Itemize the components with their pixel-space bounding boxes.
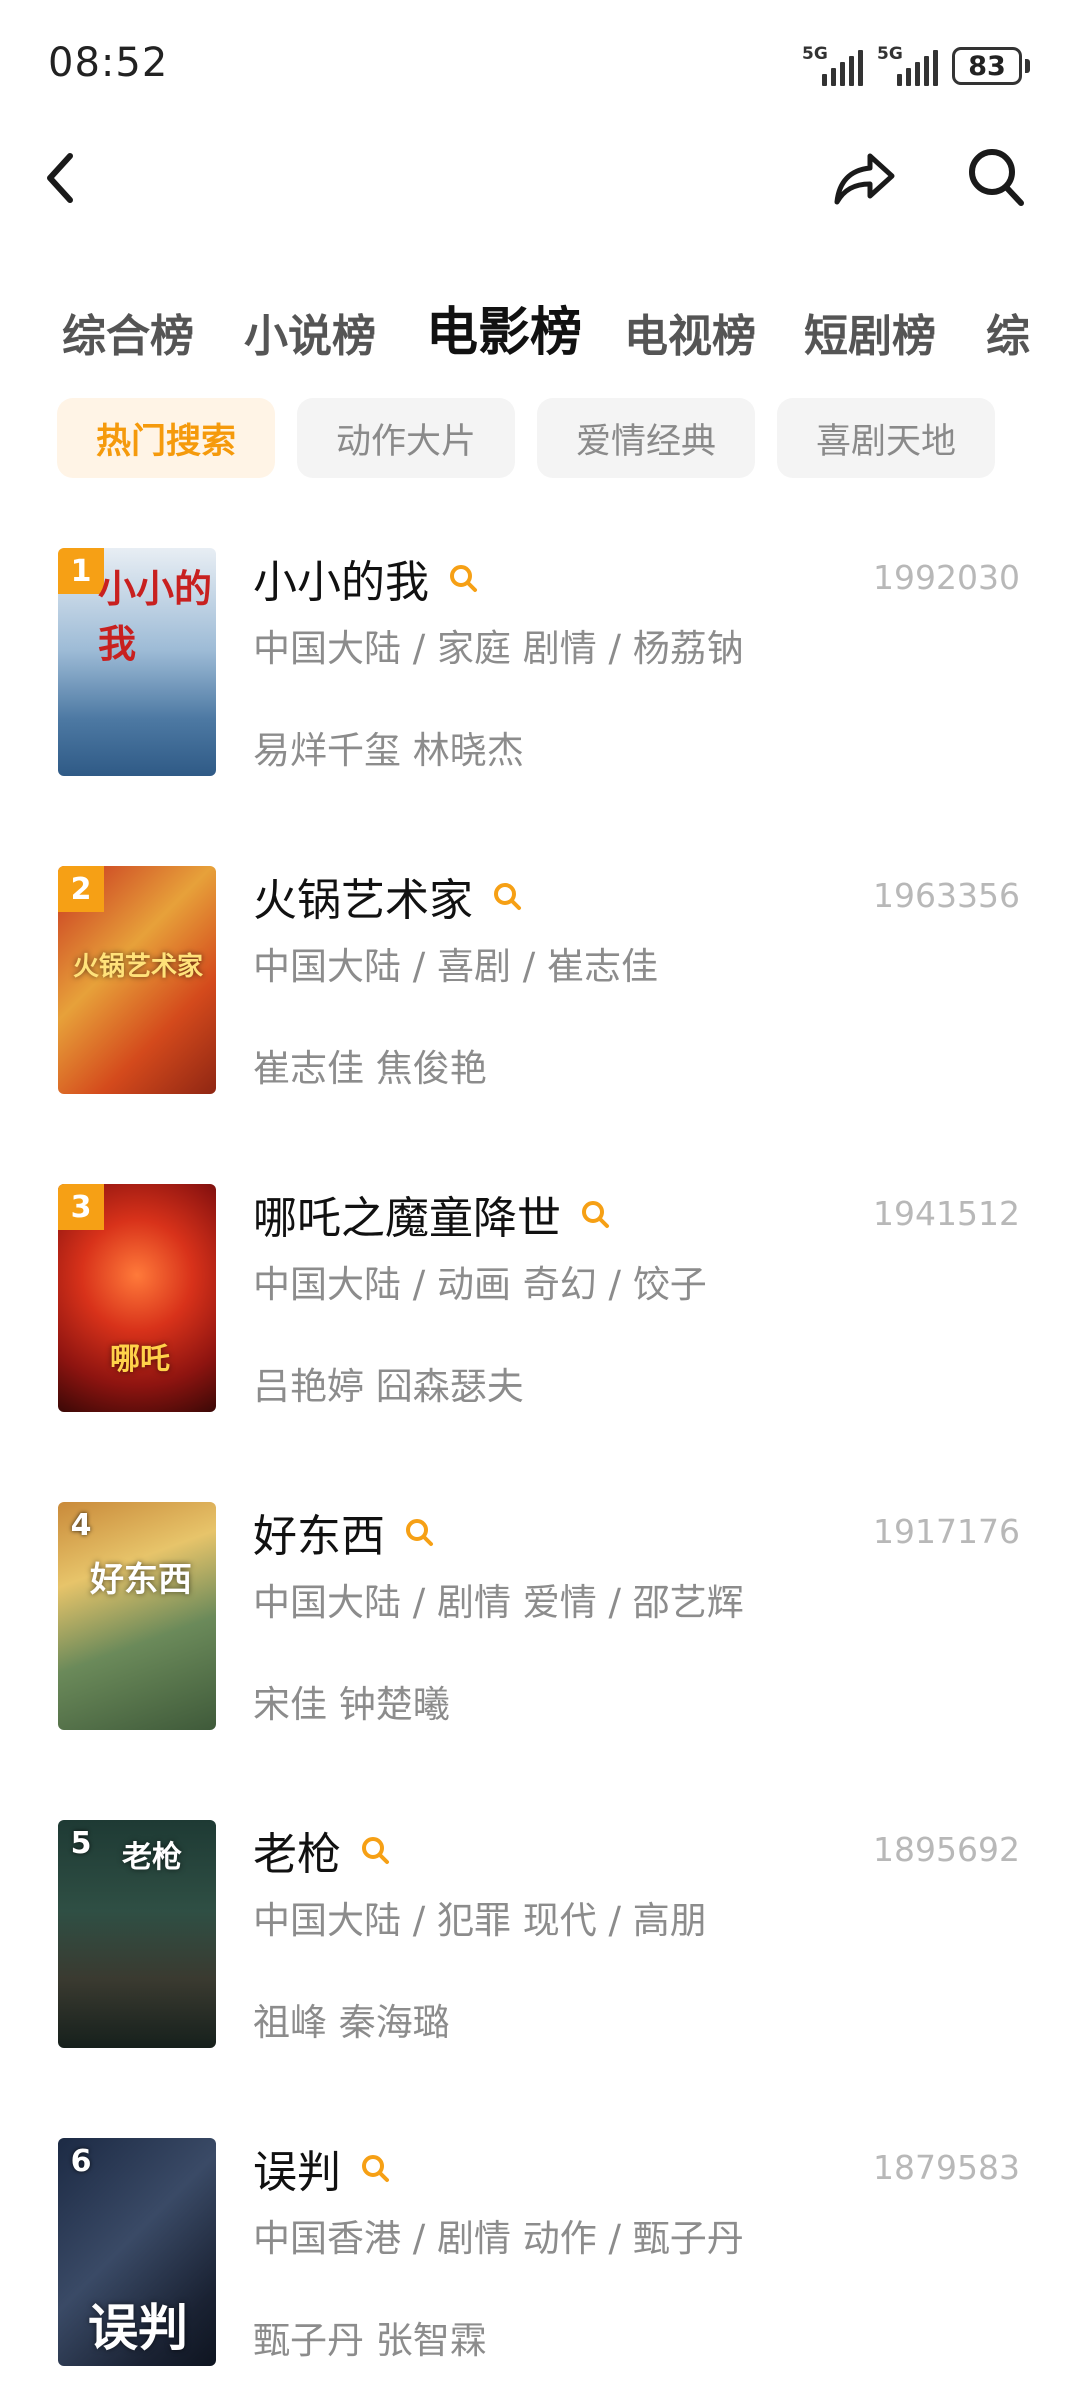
rank-badge: 3 (58, 1184, 104, 1230)
rank-badge: 2 (58, 866, 104, 912)
tab-movie[interactable]: 电影榜 (426, 290, 582, 365)
movie-actors: 崔志佳 焦俊艳 (253, 1047, 487, 1090)
search-count: 1879583 (873, 2148, 1020, 2187)
movie-title[interactable]: 误判 (253, 2136, 341, 2200)
category-tabs: 综合榜 小说榜 电影榜 电视榜 短剧榜 综 (0, 290, 1080, 370)
poster-caption: 火锅艺术家 (72, 952, 203, 982)
rank-badge: 6 (70, 2143, 92, 2179)
status-time: 08:52 (48, 40, 169, 86)
title-line: 小小的我 (253, 548, 479, 608)
movie-poster[interactable]: 4 好东西 (58, 1502, 216, 1730)
rank-badge: 4 (70, 1507, 92, 1543)
list-item[interactable]: 4 好东西 好东西 1917176 中国大陆 / 剧情 爱情 / 邵艺辉 宋佳 … (0, 1502, 1080, 1732)
movie-actors: 宋佳 钟楚曦 (253, 1683, 450, 1726)
poster-caption: 好东西 (90, 1560, 192, 1600)
search-icon[interactable] (359, 2152, 391, 2184)
movie-poster[interactable]: 6 误判 (58, 2138, 216, 2366)
movie-poster[interactable]: 2 火锅艺术家 (58, 866, 216, 1094)
movie-actors: 甄子丹 张智霖 (253, 2319, 487, 2362)
movie-meta: 中国香港 / 剧情 动作 / 甄子丹 (253, 2217, 744, 2260)
movie-meta: 中国大陆 / 喜剧 / 崔志佳 (253, 945, 658, 988)
tab-short-drama[interactable]: 短剧榜 (804, 300, 936, 364)
signal-icon: 5G (802, 44, 863, 86)
movie-poster[interactable]: 3 哪吒 (58, 1184, 216, 1412)
status-icons: 5G 5G 83 (802, 44, 1030, 88)
list-item[interactable]: 1 小小的我 小小的我 1992030 中国大陆 / 家庭 剧情 / 杨荔钠 易… (0, 548, 1080, 778)
chip-comedy[interactable]: 喜剧天地 (777, 398, 995, 478)
search-icon (969, 149, 1024, 206)
list-item[interactable]: 2 火锅艺术家 火锅艺术家 1963356 中国大陆 / 喜剧 / 崔志佳 崔志… (0, 866, 1080, 1096)
movie-meta: 中国大陆 / 动画 奇幻 / 饺子 (253, 1263, 707, 1306)
poster-caption: 误判 (88, 2299, 188, 2357)
movie-title[interactable]: 小小的我 (253, 546, 429, 610)
movie-poster[interactable]: 5 老枪 (58, 1820, 216, 2048)
search-count: 1963356 (873, 876, 1020, 915)
poster-caption: 哪吒 (110, 1342, 170, 1377)
title-line: 哪吒之魔童降世 (253, 1184, 611, 1244)
back-button[interactable] (40, 150, 90, 206)
list-item[interactable]: 6 误判 误判 1879583 中国香港 / 剧情 动作 / 甄子丹 甄子丹 张… (0, 2138, 1080, 2368)
movie-title[interactable]: 老枪 (253, 1818, 341, 1882)
share-button[interactable] (832, 150, 896, 206)
movie-meta: 中国大陆 / 犯罪 现代 / 高朋 (253, 1899, 707, 1942)
poster-caption: 老枪 (122, 1840, 182, 1875)
movie-ranking-screen: 08:52 5G 5G 83 综合榜 小说榜 电影榜 电视榜 短剧榜 综 热门搜… (0, 0, 1080, 2387)
movie-actors: 易烊千玺 林晓杰 (253, 729, 524, 772)
title-line: 误判 (253, 2138, 391, 2198)
title-line: 好东西 (253, 1502, 435, 1562)
search-icon[interactable] (579, 1198, 611, 1230)
movie-title[interactable]: 好东西 (253, 1500, 385, 1564)
battery-icon: 83 (952, 47, 1030, 85)
movie-title[interactable]: 哪吒之魔童降世 (253, 1182, 561, 1246)
rank-badge: 5 (70, 1825, 92, 1861)
movie-title[interactable]: 火锅艺术家 (253, 864, 473, 928)
signal-icon: 5G (877, 44, 938, 86)
movie-poster[interactable]: 1 小小的我 (58, 548, 216, 776)
list-item[interactable]: 3 哪吒 哪吒之魔童降世 1941512 中国大陆 / 动画 奇幻 / 饺子 吕… (0, 1184, 1080, 1414)
search-count: 1917176 (873, 1512, 1020, 1551)
movie-meta: 中国大陆 / 剧情 爱情 / 邵艺辉 (253, 1581, 744, 1624)
tab-novel[interactable]: 小说榜 (244, 300, 376, 364)
chip-action[interactable]: 动作大片 (297, 398, 515, 478)
search-count: 1941512 (873, 1194, 1020, 1233)
tab-tv[interactable]: 电视榜 (624, 300, 756, 364)
search-icon[interactable] (491, 880, 523, 912)
poster-caption: 小小的我 (98, 567, 213, 666)
search-count: 1992030 (873, 558, 1020, 597)
signal-label: 5G (877, 44, 903, 64)
search-count: 1895692 (873, 1830, 1020, 1869)
title-line: 老枪 (253, 1820, 391, 1880)
search-icon[interactable] (447, 562, 479, 594)
signal-label: 5G (802, 44, 828, 64)
status-bar: 08:52 5G 5G 83 (0, 0, 1080, 130)
search-icon[interactable] (359, 1834, 391, 1866)
chip-hot-search[interactable]: 热门搜索 (57, 398, 275, 478)
back-chevron-icon (47, 153, 73, 203)
chip-romance[interactable]: 爱情经典 (537, 398, 755, 478)
tab-variety[interactable]: 综 (986, 300, 1030, 364)
filter-chips: 热门搜索 动作大片 爱情经典 喜剧天地 (57, 398, 995, 478)
movie-meta: 中国大陆 / 家庭 剧情 / 杨荔钠 (253, 627, 744, 670)
movie-actors: 吕艳婷 囧森瑟夫 (253, 1365, 524, 1408)
list-item[interactable]: 5 老枪 老枪 1895692 中国大陆 / 犯罪 现代 / 高朋 祖峰 秦海璐 (0, 1820, 1080, 2050)
tab-comprehensive[interactable]: 综合榜 (62, 300, 194, 364)
title-line: 火锅艺术家 (253, 866, 523, 926)
share-icon (834, 153, 895, 205)
search-button[interactable] (966, 146, 1026, 208)
battery-level: 83 (952, 47, 1022, 85)
search-icon[interactable] (403, 1516, 435, 1548)
movie-actors: 祖峰 秦海璐 (253, 2001, 450, 2044)
